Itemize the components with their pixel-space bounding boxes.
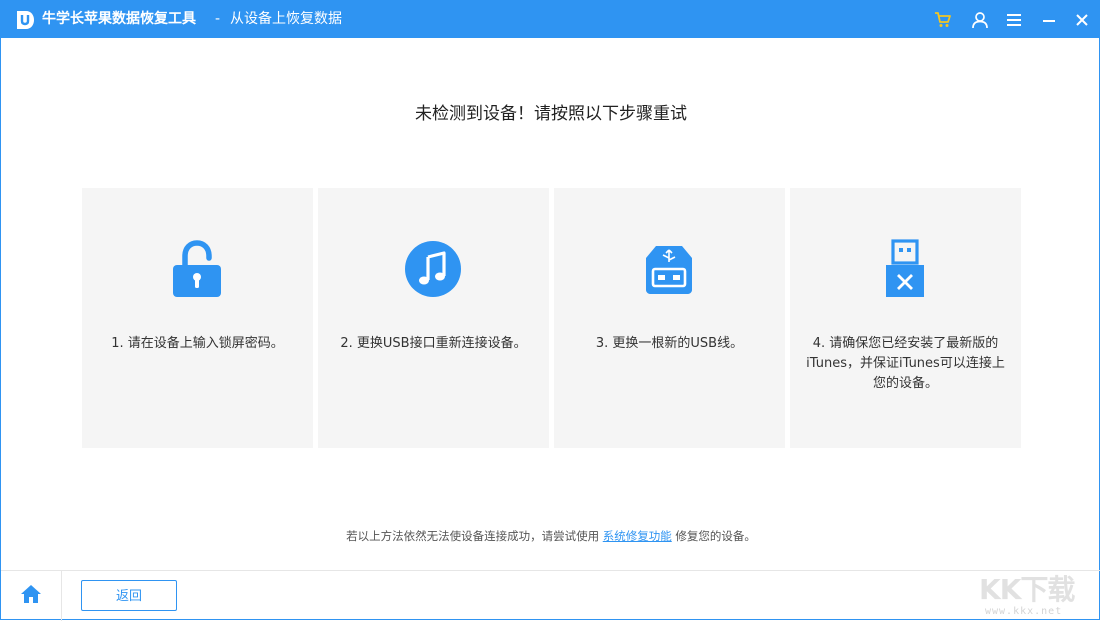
bottom-bar: 返回 [1, 570, 1100, 621]
step-card-3: 3. 更换一根新的USB线。 [554, 188, 785, 448]
step-text-4: 4. 请确保您已经安装了最新版的iTunes，并保证iTunes可以连接上您的设… [800, 334, 1011, 394]
home-icon [20, 584, 42, 608]
menu-icon[interactable] [1001, 7, 1027, 33]
watermark-logo: KK下载 www.kkx.net [979, 568, 1075, 618]
home-button[interactable] [1, 571, 62, 621]
step-text-2: 2. 更换USB接口重新连接设备。 [328, 334, 539, 354]
watermark-text: KK下载 [979, 568, 1074, 608]
system-repair-link[interactable]: 系统修复功能 [603, 529, 672, 543]
usb-drive-x-icon [875, 238, 935, 300]
app-logo-icon [14, 9, 36, 31]
lock-icon [167, 238, 227, 300]
page-heading: 未检测到设备！请按照以下步骤重试 [1, 99, 1100, 124]
back-button[interactable]: 返回 [81, 580, 177, 611]
title-bar: 牛学长苹果数据恢复工具 - 从设备上恢复数据 [1, 1, 1100, 38]
app-window: 牛学长苹果数据恢复工具 - 从设备上恢复数据 [0, 0, 1100, 620]
watermark-url: www.kkx.net [985, 606, 1062, 617]
help-footnote: 若以上方法依然无法使设备连接成功，请尝试使用 系统修复功能 修复您的设备。 [1, 528, 1100, 544]
minimize-icon[interactable] [1036, 7, 1062, 33]
step-card-4: 4. 请确保您已经安装了最新版的iTunes，并保证iTunes可以连接上您的设… [790, 188, 1021, 448]
step-card-1: 1. 请在设备上输入锁屏密码。 [82, 188, 313, 448]
usb-port-icon [639, 238, 699, 300]
cart-icon[interactable] [930, 7, 956, 33]
music-icon [403, 238, 463, 300]
title-separator: - [215, 1, 220, 38]
step-text-1: 1. 请在设备上输入锁屏密码。 [92, 334, 303, 354]
step-card-2: 2. 更换USB接口重新连接设备。 [318, 188, 549, 448]
footnote-text-before: 若以上方法依然无法使设备连接成功，请尝试使用 [346, 529, 603, 543]
window-subtitle: 从设备上恢复数据 [230, 1, 342, 38]
user-icon[interactable] [967, 7, 993, 33]
step-text-3: 3. 更换一根新的USB线。 [564, 334, 775, 354]
close-icon[interactable] [1069, 7, 1095, 33]
app-title: 牛学长苹果数据恢复工具 [42, 1, 196, 38]
footnote-text-after: 修复您的设备。 [672, 529, 756, 543]
